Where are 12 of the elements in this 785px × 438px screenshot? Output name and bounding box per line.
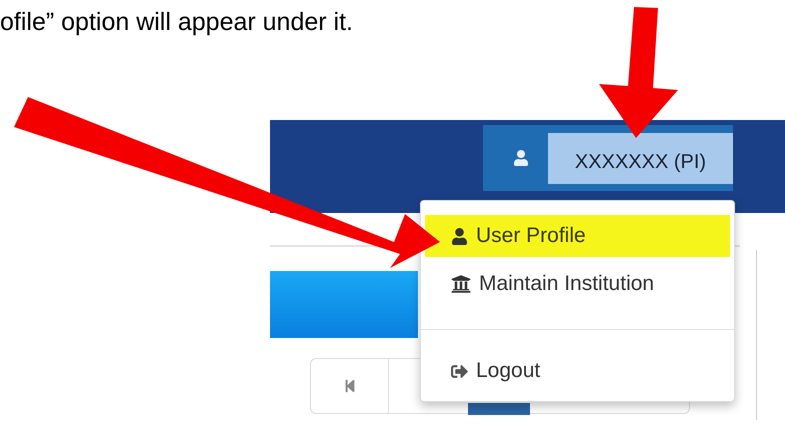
first-page-icon — [342, 379, 356, 393]
menu-item[interactable]: User Profile — [425, 215, 730, 257]
user-icon — [451, 228, 468, 244]
instruction-text: ofile” option will appear under it. — [0, 7, 354, 38]
user-name-button[interactable]: XXXXXXX (PI) — [548, 132, 733, 184]
user-icon — [513, 150, 529, 166]
building-icon — [451, 274, 471, 294]
logout-icon — [451, 362, 468, 380]
menu-item-label: Logout — [476, 358, 540, 384]
menu-item-label: User Profile — [476, 223, 586, 250]
menu-item-label: Maintain Institution — [479, 271, 654, 298]
active-page-bar — [468, 403, 530, 415]
